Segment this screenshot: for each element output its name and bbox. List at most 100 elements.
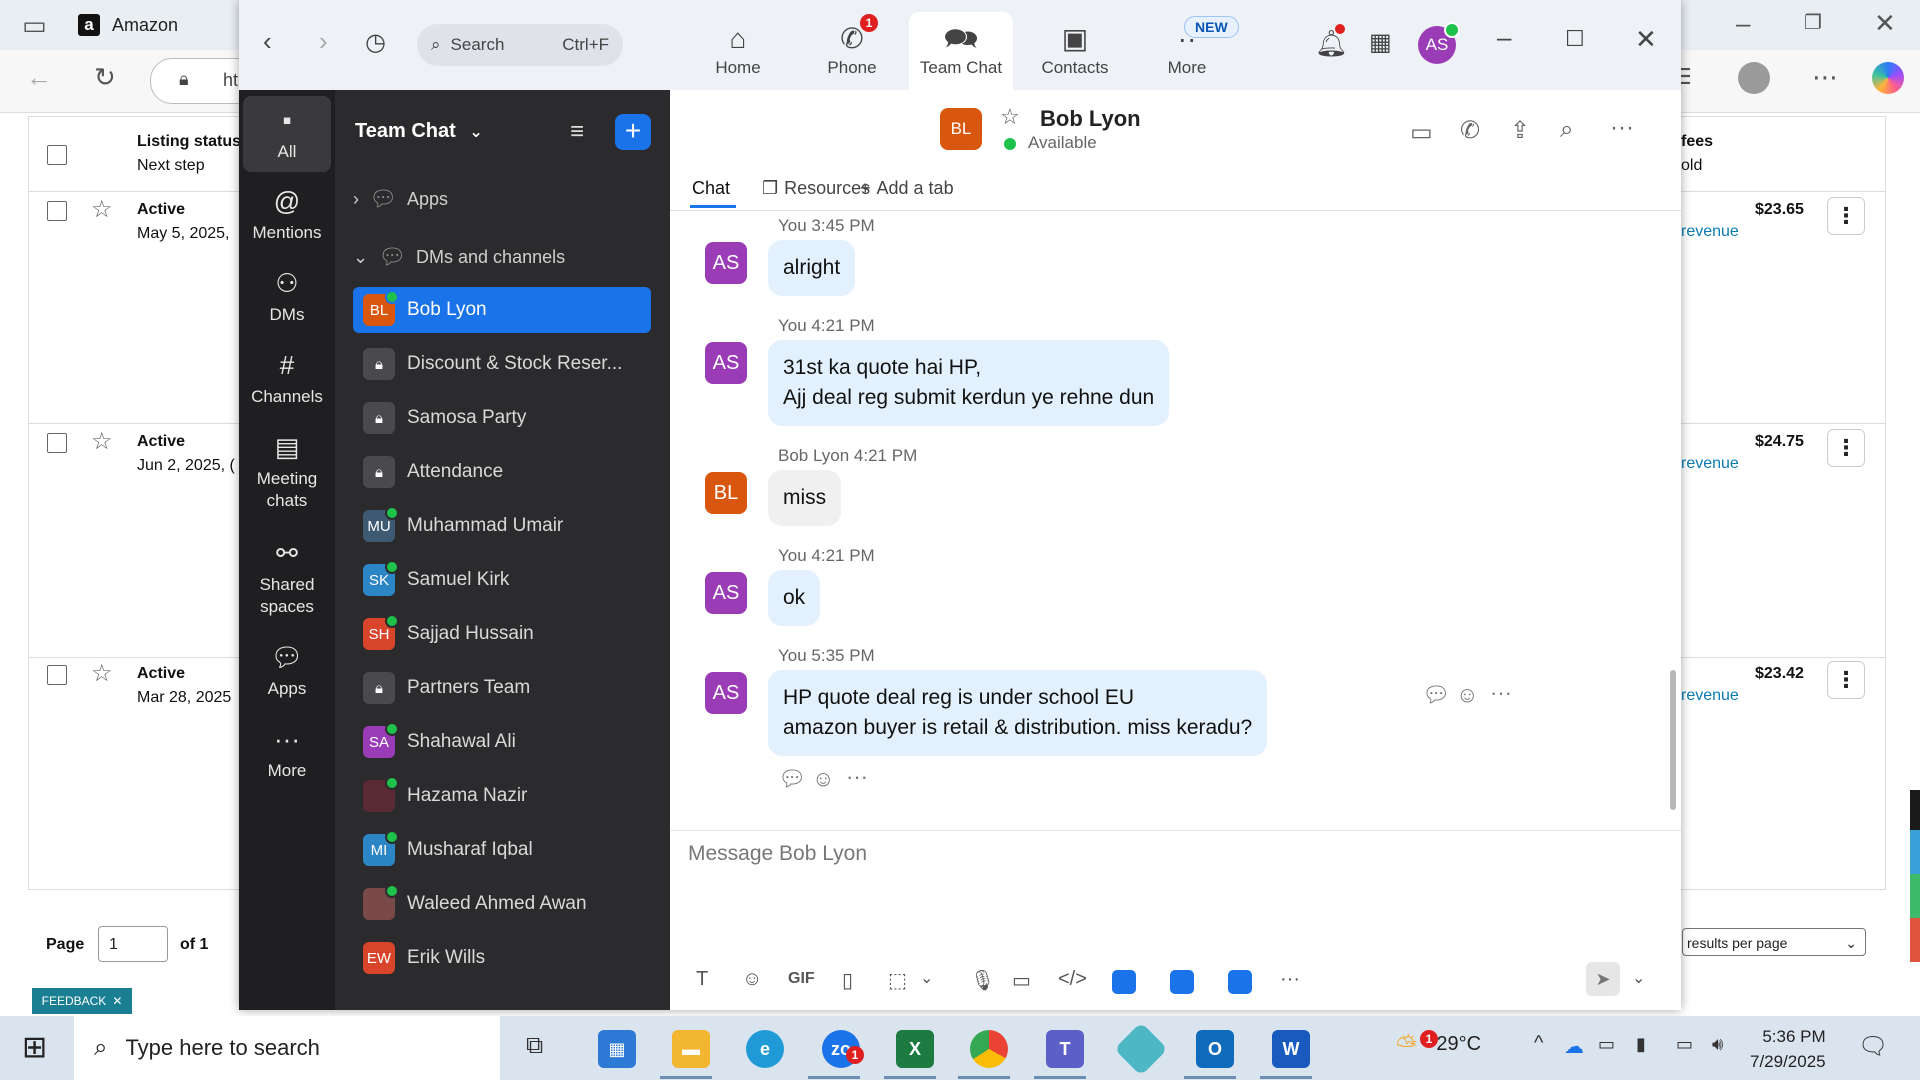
message-input[interactable]: Message Bob Lyon — [688, 842, 1648, 866]
more-actions-icon[interactable]: ··· — [1490, 680, 1512, 706]
channel-item-shahawal-ali[interactable]: SA Shahawal Ali — [353, 719, 651, 765]
chevron-down-icon[interactable]: ⌄ — [920, 968, 933, 988]
volume-icon[interactable]: 🔊︎ — [1712, 1034, 1723, 1055]
tab-resources[interactable]: ❐ Resources — [762, 178, 870, 199]
video-call-icon[interactable]: ▭ — [1410, 118, 1433, 147]
channel-item-musharaf-iqbal[interactable]: MI Musharaf Iqbal — [353, 827, 651, 873]
message-bubble[interactable]: HP quote deal reg is under school EU ama… — [768, 670, 1268, 756]
tab-actions-icon[interactable]: ▭ — [22, 10, 47, 41]
star-icon[interactable]: ☆ — [91, 659, 113, 688]
screenshot-icon[interactable]: ⬚ — [888, 968, 907, 993]
rail-meeting-chats[interactable]: ▤ Meeting chats — [243, 432, 331, 512]
browser-restore-icon[interactable]: ❐ — [1804, 10, 1822, 35]
section-apps[interactable]: › 💬︎ Apps — [353, 186, 448, 212]
browser-minimize-icon[interactable]: – — [1736, 8, 1750, 39]
video-message-icon[interactable]: ▭ — [1012, 968, 1031, 993]
phone-call-icon[interactable]: ✆ — [1460, 116, 1480, 145]
rail-mentions[interactable]: @ Mentions — [243, 186, 331, 244]
rail-all[interactable]: ▪ All — [243, 96, 331, 172]
minimize-icon[interactable]: – — [1497, 22, 1511, 53]
nav-phone[interactable]: ✆ Phone 1 — [800, 12, 904, 90]
emoji-icon[interactable]: ☺ — [742, 968, 762, 991]
taskbar-search[interactable]: ⌕ Type here to search — [74, 1016, 500, 1080]
nav-home[interactable]: ⌂ Home — [686, 12, 790, 90]
calendar-icon[interactable]: ▦ — [1369, 28, 1392, 57]
contact-avatar[interactable]: BL — [940, 108, 982, 150]
onedrive-icon[interactable]: ☁ — [1564, 1034, 1584, 1059]
more-options-icon[interactable]: ··· — [1610, 114, 1634, 142]
reload-icon[interactable]: ↻ — [94, 62, 116, 93]
channel-item-muhammad-umair[interactable]: MU Muhammad Umair — [353, 503, 651, 549]
file-icon[interactable]: ▯ — [842, 968, 853, 993]
excel-app-icon[interactable]: X — [896, 1030, 934, 1068]
calculator-app-icon[interactable]: ▦ — [598, 1030, 636, 1068]
message-bubble[interactable]: 31st ka quote hai HP, Ajj deal reg submi… — [768, 340, 1170, 426]
microphone-icon[interactable]: 🎙︎ — [970, 968, 995, 993]
select-all-checkbox[interactable] — [47, 145, 67, 165]
new-chat-button[interactable]: + — [615, 114, 651, 150]
message-bubble[interactable]: alright — [768, 240, 856, 296]
word-app-icon[interactable]: W — [1272, 1030, 1310, 1068]
history-icon[interactable]: ◷ — [365, 28, 386, 57]
browser-tab-amazon[interactable]: a Amazon — [78, 0, 238, 50]
browser-menu-icon[interactable]: ⋯ — [1812, 62, 1838, 93]
app-icon-zoom[interactable] — [1228, 970, 1252, 994]
channel-item-samosa-party[interactable]: 🔒︎ Samosa Party — [353, 395, 651, 441]
close-icon[interactable]: ✕ — [112, 994, 122, 1008]
add-reaction-icon[interactable]: ☺ — [812, 766, 834, 792]
results-per-page-select[interactable]: results per page ⌄ — [1682, 928, 1866, 956]
channel-item-attendance[interactable]: 🔒︎ Attendance — [353, 449, 651, 495]
feedback-button[interactable]: FEEDBACK ✕ — [32, 988, 132, 1014]
outlook-app-icon[interactable]: O — [1196, 1030, 1234, 1068]
row-checkbox[interactable] — [47, 201, 67, 221]
windows-start-icon[interactable]: ⊞ — [22, 1030, 47, 1065]
star-icon[interactable]: ☆ — [91, 195, 113, 224]
channel-item-erik-wills[interactable]: EW Erik Wills — [353, 935, 651, 981]
notification-center-icon[interactable]: 🗨︎ — [1858, 1032, 1888, 1061]
rail-shared-spaces[interactable]: ⚯ Shared spaces — [243, 538, 331, 618]
filter-icon[interactable]: ≡ — [570, 118, 584, 146]
star-icon[interactable]: ☆ — [91, 427, 113, 456]
channel-item-bob-lyon[interactable]: BL Bob Lyon — [353, 287, 651, 333]
text-format-icon[interactable]: T — [696, 968, 708, 991]
message-avatar[interactable]: AS — [705, 342, 747, 384]
rail-dms[interactable]: ⚇ DMs — [243, 268, 331, 326]
star-icon[interactable]: ☆ — [1000, 104, 1020, 130]
message-avatar[interactable]: AS — [705, 242, 747, 284]
tab-add[interactable]: + Add a tab — [860, 178, 954, 199]
search-icon[interactable]: ⌕ — [1560, 116, 1573, 144]
channel-item-sajjad-hussain[interactable]: SH Sajjad Hussain — [353, 611, 651, 657]
share-screen-icon[interactable]: ⇪ — [1510, 116, 1530, 145]
nav-team-chat[interactable]: 🗪︎ Team Chat — [909, 12, 1013, 90]
forward-icon[interactable]: › — [319, 26, 328, 57]
code-icon[interactable]: </> — [1058, 968, 1087, 991]
back-arrow-icon[interactable]: ← — [26, 62, 52, 93]
more-tools-icon[interactable]: ··· — [1280, 968, 1300, 991]
rail-more[interactable]: ··· More — [243, 724, 331, 782]
my-avatar[interactable]: AS — [1418, 22, 1460, 64]
more-actions-icon[interactable]: ··· — [846, 764, 868, 790]
reply-icon[interactable]: 💬︎ — [778, 766, 806, 792]
app-icon-notes[interactable] — [1112, 970, 1136, 994]
close-window-icon[interactable]: ✕ — [1635, 24, 1657, 55]
row-actions-button[interactable]: ⋮ — [1827, 429, 1865, 467]
chat-scrollbar[interactable] — [1670, 670, 1676, 810]
task-view-icon[interactable]: ⧉ — [526, 1032, 543, 1060]
team-chat-dropdown[interactable]: Team Chat ⌄ — [355, 120, 483, 143]
tab-chat[interactable]: Chat — [692, 178, 730, 199]
battery-icon[interactable]: ▮ — [1636, 1034, 1646, 1055]
edge-app-icon[interactable]: e — [746, 1030, 784, 1068]
page-number-input[interactable]: 1 — [98, 926, 168, 962]
message-bubble[interactable]: ok — [768, 570, 821, 626]
row-revenue-link[interactable]: revenue — [1681, 223, 1739, 241]
row-revenue-link[interactable]: revenue — [1681, 687, 1739, 705]
message-avatar[interactable]: AS — [705, 572, 747, 614]
back-icon[interactable]: ‹ — [263, 26, 272, 57]
reply-icon[interactable]: 💬︎ — [1422, 682, 1450, 708]
browser-close-icon[interactable]: ✕ — [1874, 8, 1896, 39]
weather-widget[interactable]: ⛅︎ 1 29°C — [1396, 1030, 1481, 1062]
row-actions-button[interactable]: ⋮ — [1827, 661, 1865, 699]
contact-name[interactable]: Bob Lyon — [1040, 106, 1141, 132]
channel-item-discount-stock[interactable]: 🔒︎ Discount & Stock Reser... — [353, 341, 651, 387]
system-clock[interactable]: 5:36 PM 7/29/2025 — [1750, 1024, 1826, 1074]
